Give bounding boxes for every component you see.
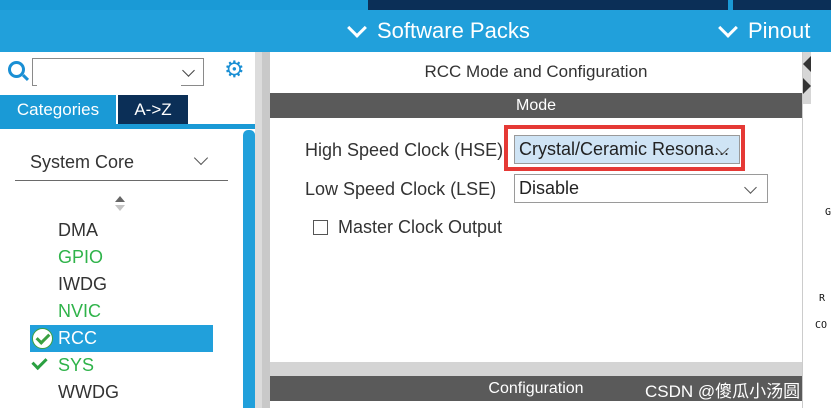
tab-a-z-label: A->Z xyxy=(134,99,172,119)
list-item-label: RCC xyxy=(58,328,97,348)
software-packs-button[interactable]: Software Packs xyxy=(347,18,530,44)
category-label: System Core xyxy=(30,152,135,172)
chevron-down-icon xyxy=(347,18,367,38)
toolbar: Software Packs Pinout xyxy=(0,10,831,52)
list-item-label: IWDG xyxy=(58,274,107,294)
list-item-label: GPIO xyxy=(58,247,104,267)
clipped-text: R xyxy=(819,293,826,304)
lse-value: Disable xyxy=(519,178,580,198)
lse-label: Low Speed Clock (LSE) xyxy=(305,179,497,199)
section-divider xyxy=(270,362,802,376)
watermark: CSDN @傻瓜小汤圆 xyxy=(645,382,801,401)
master-clock-output-checkbox[interactable]: Master Clock Output xyxy=(313,217,502,238)
lse-select[interactable]: Disable xyxy=(514,174,768,203)
rcc-panel: RCC Mode and Configuration Mode High Spe… xyxy=(270,52,802,408)
gear-icon[interactable]: ⚙ xyxy=(224,58,245,81)
pinout-button[interactable]: Pinout xyxy=(718,18,811,44)
software-packs-label: Software Packs xyxy=(377,18,530,43)
top-tab-dark-2[interactable] xyxy=(733,0,831,10)
chevron-down-icon xyxy=(744,181,757,194)
tab-categories-label: Categories xyxy=(16,99,100,119)
list-item-label: DMA xyxy=(58,220,98,240)
search-icon[interactable] xyxy=(8,61,25,78)
master-clock-output-label: Master Clock Output xyxy=(338,217,503,237)
panel-title: RCC Mode and Configuration xyxy=(424,62,648,81)
top-tab-dark[interactable] xyxy=(368,0,728,10)
collapse-handle[interactable] xyxy=(803,52,811,104)
right-panel: G R CO xyxy=(802,52,831,408)
list-item-dma[interactable]: DMA xyxy=(30,217,213,244)
arrow-right-icon[interactable] xyxy=(803,78,811,94)
chevron-down-icon xyxy=(718,18,738,38)
category-system-core[interactable]: System Core xyxy=(15,150,228,181)
check-icon xyxy=(31,353,48,371)
tab-categories[interactable]: Categories xyxy=(0,95,116,124)
highlight-annotation xyxy=(504,125,745,171)
top-tab-strip xyxy=(0,0,831,10)
list-item-nvic[interactable]: NVIC xyxy=(30,298,213,325)
mode-header[interactable]: Mode xyxy=(270,93,802,118)
search-input[interactable] xyxy=(37,60,181,86)
tab-a-z[interactable]: A->Z xyxy=(118,95,188,124)
list-item-label: WWDG xyxy=(58,382,119,402)
list-item-rcc[interactable]: RCC xyxy=(30,325,213,352)
main-splitter[interactable] xyxy=(262,52,270,408)
hse-label: High Speed Clock (HSE) xyxy=(305,140,504,160)
sort-icon[interactable] xyxy=(114,196,126,212)
list-item-iwdg[interactable]: IWDG xyxy=(30,271,213,298)
list-item-label: NVIC xyxy=(58,301,102,321)
clipped-text: CO xyxy=(815,320,828,331)
chevron-down-icon xyxy=(193,150,209,166)
list-item-wwdg[interactable]: WWDG xyxy=(30,379,213,406)
list-item-sys[interactable]: SYS xyxy=(30,352,213,379)
tab-underline xyxy=(0,124,262,129)
sidebar: ⚙ Categories A->Z System Core DMA GPIO I… xyxy=(0,52,262,408)
arrow-left-icon[interactable] xyxy=(803,56,811,72)
search-combobox[interactable] xyxy=(32,58,204,86)
sidebar-splitter[interactable] xyxy=(255,52,262,408)
chevron-down-icon[interactable] xyxy=(182,64,195,77)
sidebar-scrollbar[interactable] xyxy=(243,130,255,408)
list-item-gpio[interactable]: GPIO xyxy=(30,244,213,271)
list-item-label: SYS xyxy=(58,355,95,375)
checkbox-icon[interactable] xyxy=(313,220,328,235)
pinout-label: Pinout xyxy=(748,18,811,43)
clipped-text: G xyxy=(825,207,831,218)
check-circle-icon xyxy=(32,328,53,349)
